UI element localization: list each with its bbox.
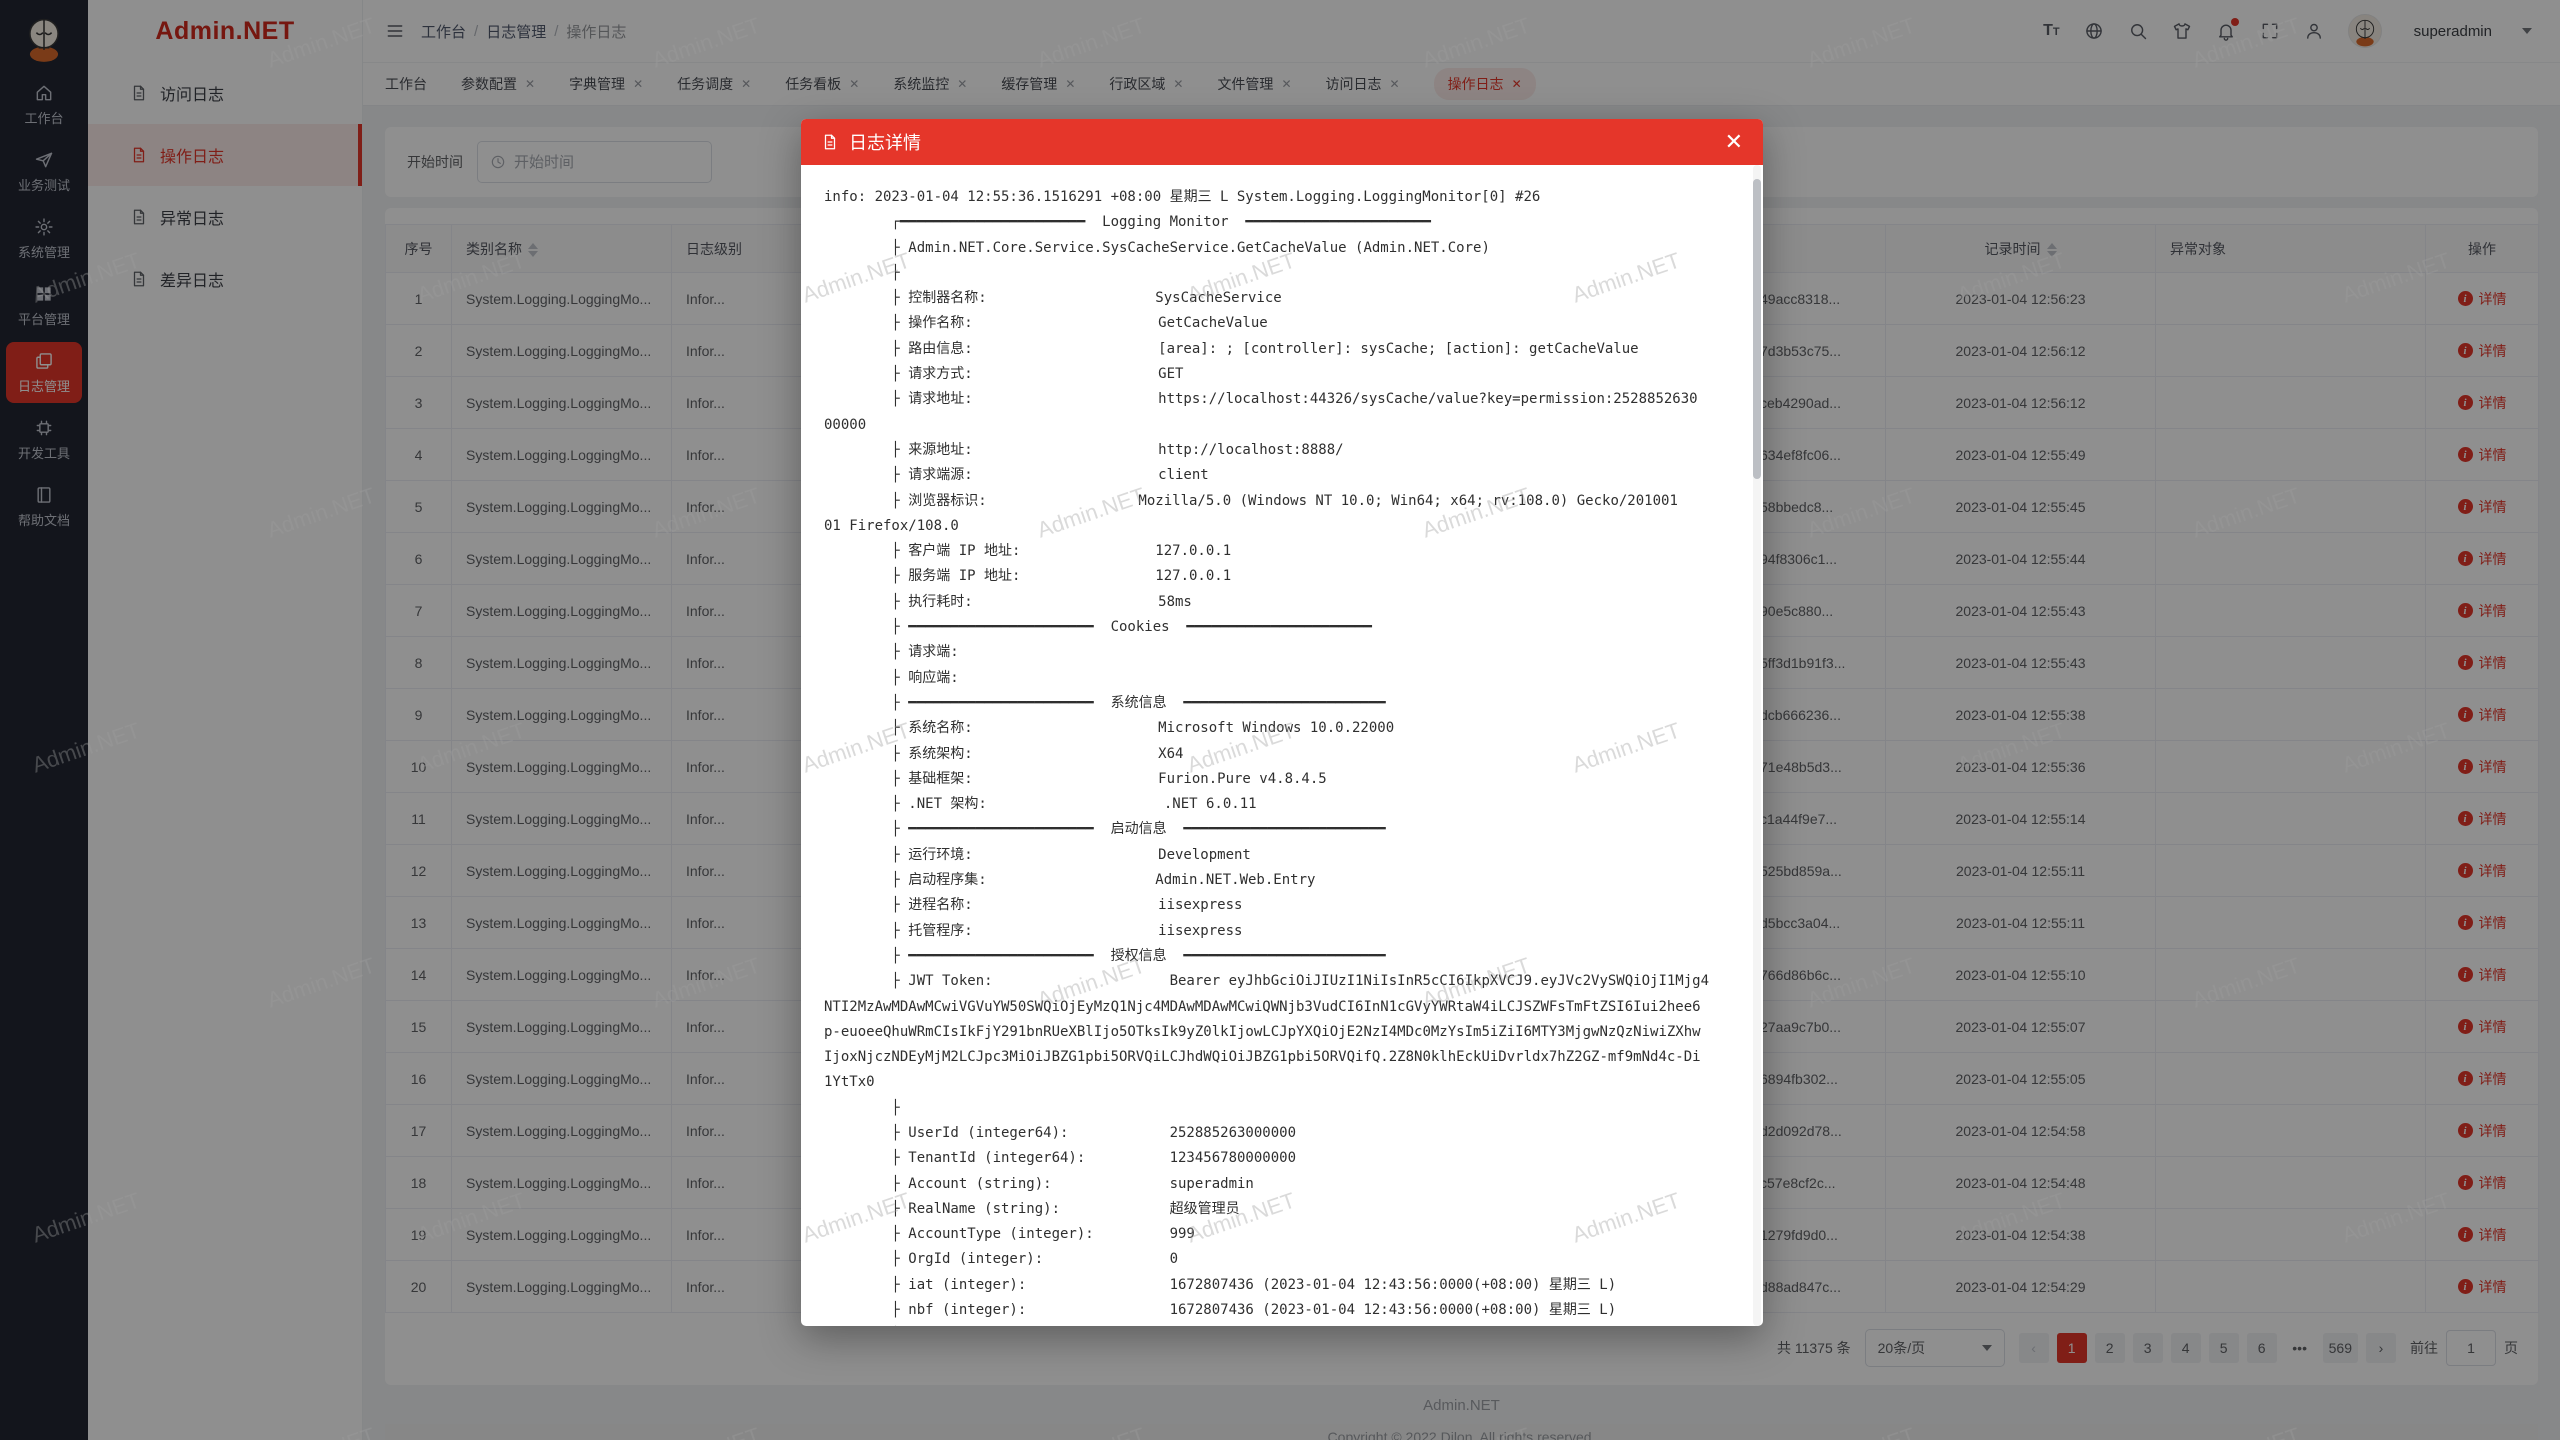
log-line: ├ Admin.NET.Core.Service.SysCacheService… [824, 236, 1733, 261]
log-line: ├ AccountType (integer): 999 [824, 1222, 1733, 1247]
log-line: ├ 浏览器标识: Mozilla/5.0 (Windows NT 10.0; W… [824, 489, 1733, 514]
log-line: ├ ━━━━━━━━━━━━━━━━━━━━━━ 系统信息 ━━━━━━━━━━… [824, 691, 1733, 716]
log-line: IjoxNjczNDEyMjM2LCJpc3MiOiJBZG1pbi5ORVQi… [824, 1045, 1733, 1070]
log-line: ├ .NET 架构: .NET 6.0.11 [824, 792, 1733, 817]
log-line: ├ ━━━━━━━━━━━━━━━━━━━━━━ Cookies ━━━━━━━… [824, 615, 1733, 640]
log-line: ├ 请求方式: GET [824, 362, 1733, 387]
scrollbar-track[interactable] [1753, 165, 1761, 1326]
log-line: ├ 启动程序集: Admin.NET.Web.Entry [824, 868, 1733, 893]
log-line: ├ 托管程序: iisexpress [824, 919, 1733, 944]
log-line: 1YtTx0 [824, 1070, 1733, 1095]
log-line: ├ Account (string): superadmin [824, 1172, 1733, 1197]
log-line: ├ [824, 1096, 1733, 1121]
log-line: ├ 运行环境: Development [824, 843, 1733, 868]
log-line: ├ iat (integer): 1672807436 (2023-01-04 … [824, 1273, 1733, 1298]
log-line: 01 Firefox/108.0 [824, 514, 1733, 539]
close-icon[interactable]: ✕ [1725, 131, 1743, 153]
log-line: ├ ━━━━━━━━━━━━━━━━━━━━━━ 启动信息 ━━━━━━━━━━… [824, 817, 1733, 842]
log-line: ├ UserId (integer64): 252885263000000 [824, 1121, 1733, 1146]
log-line: ├ JWT Token: Bearer eyJhbGciOiJIUzI1NiIs… [824, 969, 1733, 994]
log-line: ├ RealName (string): 超级管理员 [824, 1197, 1733, 1222]
log-line: ├ 基础框架: Furion.Pure v4.8.4.5 [824, 767, 1733, 792]
log-line: ├ TenantId (integer64): 123456780000000 [824, 1146, 1733, 1171]
log-line: 00000 [824, 413, 1733, 438]
log-line: ┌━━━━━━━━━━━━━━━━━━━━━━ Logging Monitor … [824, 210, 1733, 235]
log-line: ├ 来源地址: http://localhost:8888/ [824, 438, 1733, 463]
log-line: ├ 请求端: [824, 640, 1733, 665]
log-line: p-euoeeQhuWRmCIsIkFjY291bnRUeXBlIjo5OTks… [824, 1020, 1733, 1045]
dialog-title: 日志详情 [849, 129, 921, 155]
log-line: ├ nbf (integer): 1672807436 (2023-01-04 … [824, 1298, 1733, 1323]
log-content: info: 2023-01-04 12:55:36.1516291 +08:00… [824, 185, 1733, 1326]
log-line: ├ [824, 261, 1733, 286]
dialog-header: 日志详情 ✕ [801, 119, 1763, 165]
log-line: ├ 执行耗时: 58ms [824, 590, 1733, 615]
dialog-body: info: 2023-01-04 12:55:36.1516291 +08:00… [801, 165, 1763, 1326]
log-line: ├ 操作名称: GetCacheValue [824, 311, 1733, 336]
log-line: ├ 系统名称: Microsoft Windows 10.0.22000 [824, 716, 1733, 741]
log-line: ├ ━━━━━━━━━━━━━━━━━━━━━━ 授权信息 ━━━━━━━━━━… [824, 944, 1733, 969]
log-line: ├ 进程名称: iisexpress [824, 893, 1733, 918]
document-icon [821, 133, 839, 151]
log-line: ├ 客户端 IP 地址: 127.0.0.1 [824, 539, 1733, 564]
log-line: ├ 请求地址: https://localhost:44326/sysCache… [824, 387, 1733, 412]
log-line: ├ 服务端 IP 地址: 127.0.0.1 [824, 564, 1733, 589]
log-line: info: 2023-01-04 12:55:36.1516291 +08:00… [824, 185, 1733, 210]
log-detail-dialog: 日志详情 ✕ info: 2023-01-04 12:55:36.1516291… [801, 119, 1763, 1326]
log-line: NTI2MzAwMDAwMCwiVGVuYW50SWQiOjEyMzQ1Njc4… [824, 995, 1733, 1020]
log-line: ├ 控制器名称: SysCacheService [824, 286, 1733, 311]
log-line: ├ exp (integer): 1673412236 (2023-01-11 … [824, 1323, 1733, 1326]
log-line: ├ 请求端源: client [824, 463, 1733, 488]
log-line: ├ 系统架构: X64 [824, 742, 1733, 767]
log-line: ├ 响应端: [824, 666, 1733, 691]
log-line: ├ OrgId (integer): 0 [824, 1247, 1733, 1272]
scrollbar-thumb[interactable] [1753, 179, 1761, 479]
log-line: ├ 路由信息: [area]: ; [controller]: sysCache… [824, 337, 1733, 362]
